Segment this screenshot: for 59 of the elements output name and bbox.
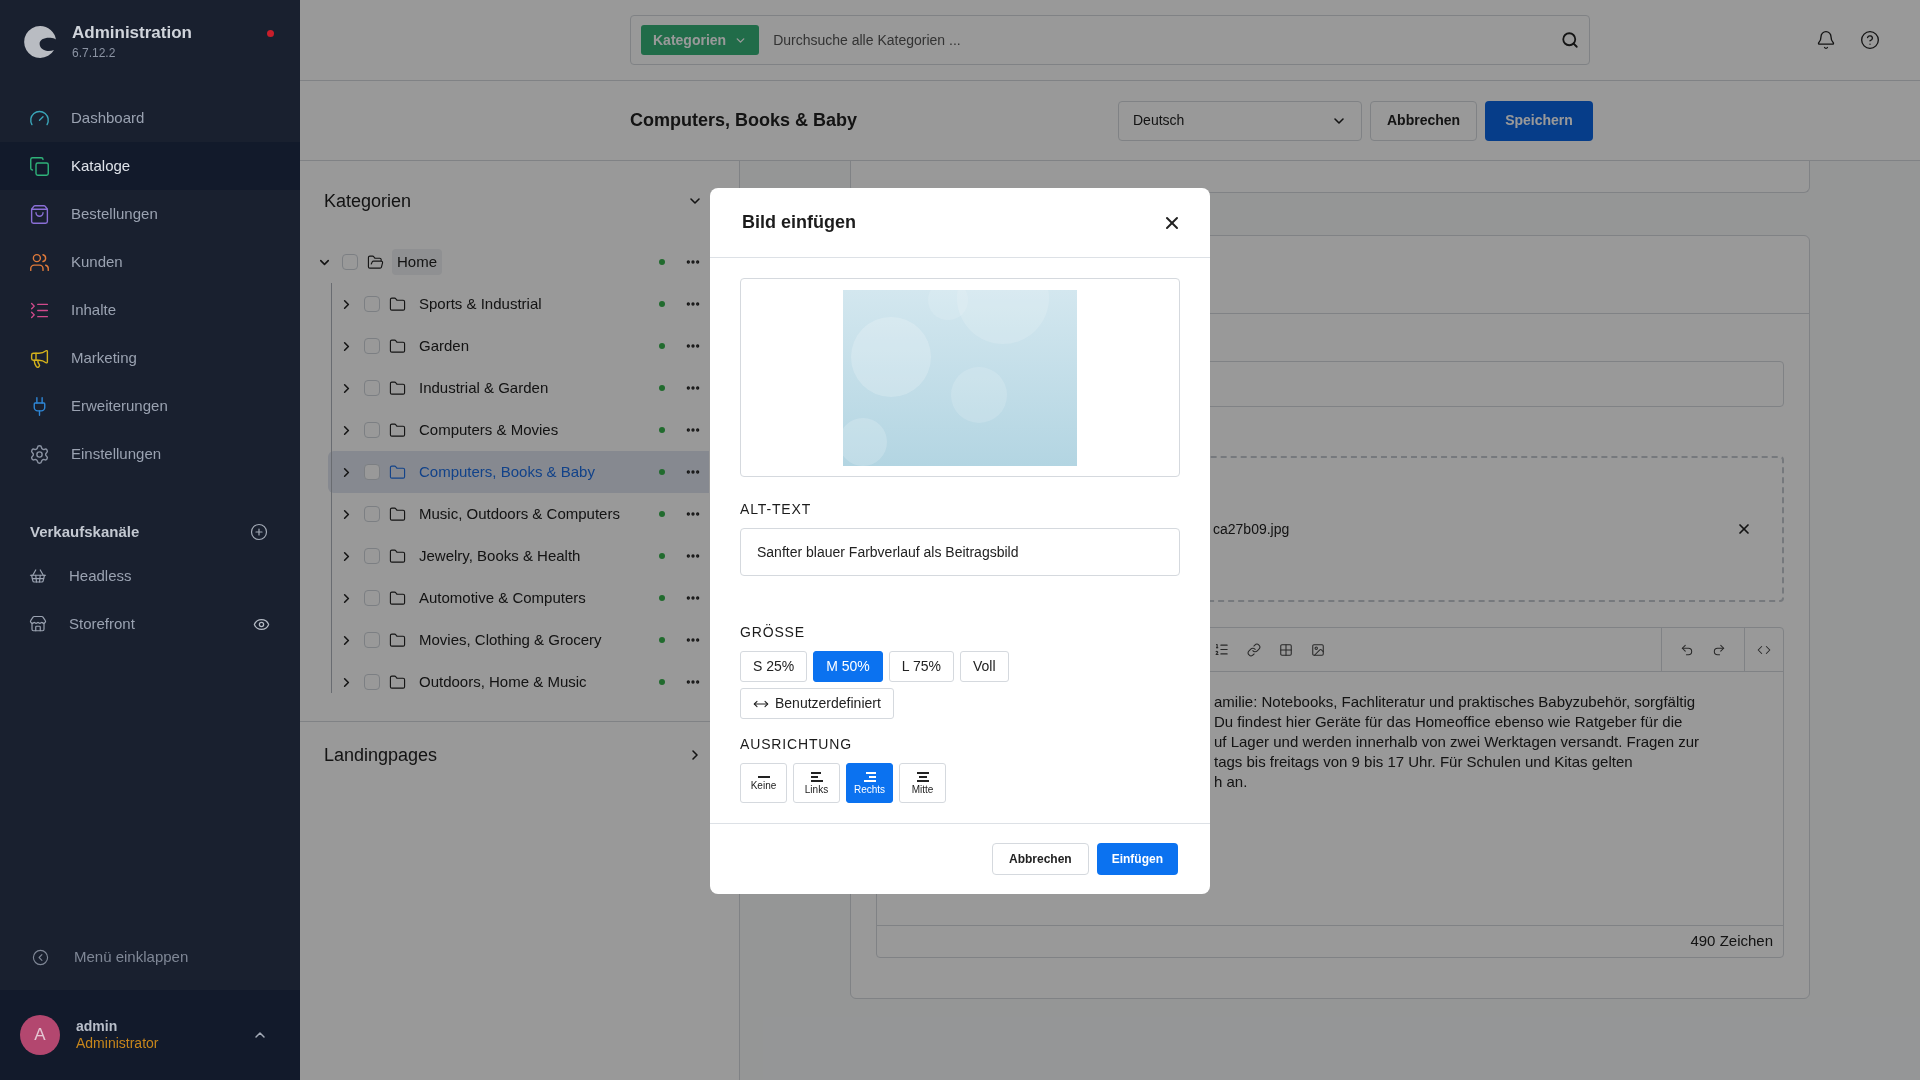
user-name: admin	[76, 1017, 119, 1035]
alignment-option[interactable]: Rechts	[846, 763, 893, 803]
app-title: Administration	[72, 22, 193, 44]
nav-item[interactable]: Kunden	[0, 238, 300, 286]
search-bar[interactable]: Kategorien Durchsuche alle Kategorien ...	[630, 15, 1590, 65]
user-panel[interactable]: A admin Administrator	[0, 990, 300, 1080]
version-label: 6.7.12.2	[72, 44, 117, 62]
tree-item[interactable]: Outdoors, Home & Music	[328, 661, 709, 703]
tree-item[interactable]: Home	[306, 241, 709, 283]
landingpages-section[interactable]: Landingpages	[300, 722, 739, 788]
field-label: GRÖSSE	[740, 623, 806, 642]
tree-item[interactable]: Industrial & Garden	[328, 367, 709, 409]
alignment-option[interactable]: Mitte	[899, 763, 946, 803]
editor-text-line: tags bis freitags von 9 bis 17 Uhr. Für Schulen und Kitas gelten	[1214, 752, 1634, 772]
size-option[interactable]: Voll	[960, 651, 1009, 682]
user-role: Administrator	[76, 1035, 160, 1053]
page-title: Computers, Books & Baby	[630, 109, 859, 132]
cancel-button[interactable]: Abbrechen	[1370, 100, 1478, 141]
dialog-title: Bild einfügen	[742, 211, 856, 234]
nav-item[interactable]: Bestellungen	[0, 190, 300, 238]
alt-text-field[interactable]: Sanfter blauer Farbverlauf als Beitragsbild	[740, 528, 1180, 576]
nav-item[interactable]: Kataloge	[0, 142, 300, 190]
cancel-button[interactable]: Abbrechen	[992, 843, 1089, 875]
alignment-option[interactable]: Keine	[740, 763, 787, 803]
section-title: Verkaufskanäle	[30, 521, 140, 542]
tree-item[interactable]: Sports & Industrial	[328, 283, 709, 325]
nav-item[interactable]: Dashboard	[0, 94, 300, 142]
nav-item[interactable]: Einstellungen	[0, 430, 300, 478]
custom-size-button[interactable]: Benutzerdefiniert	[740, 688, 894, 719]
alignment-option[interactable]: Links	[793, 763, 840, 803]
size-option[interactable]: L 75%	[888, 651, 954, 682]
size-option[interactable]: M 50%	[813, 651, 883, 682]
size-option[interactable]: S 25%	[740, 651, 808, 682]
nav-item[interactable]: Erweiterungen	[0, 382, 300, 430]
file-name: ca27b09.jpg	[1213, 519, 1291, 539]
panel-title: Kategorien	[324, 189, 412, 213]
search-placeholder: Durchsuche alle Kategorien ...	[773, 30, 962, 50]
editor-text-line: uf Lager und werden innerhalb von zwei Werktagen versandt. Fragen zur	[1214, 732, 1700, 752]
insert-button[interactable]: Einfügen	[1096, 843, 1178, 875]
editor-text-line: amilie: Notebooks, Fachliteratur und praktisches Babyzubehör, sorgfältig	[1214, 692, 1697, 712]
field-label: AUSRICHTUNG	[740, 735, 853, 754]
editor-text-line: h an.	[1214, 772, 1249, 792]
nav-item[interactable]: Inhalte	[0, 286, 300, 334]
field-label: ALT-TEXT	[740, 500, 813, 519]
tree-item[interactable]: Movies, Clothing & Grocery	[328, 619, 709, 661]
user-avatar: A	[20, 1015, 60, 1055]
character-count: 490 Zeichen	[1690, 931, 1773, 952]
sales-channel-item[interactable]: Storefront	[0, 600, 300, 648]
tree-item[interactable]: Automotive & Computers	[328, 577, 709, 619]
tree-item[interactable]: Music, Outdoors & Computers	[328, 493, 709, 535]
tree-item[interactable]: Garden	[328, 325, 709, 367]
sales-channel-item[interactable]: Headless	[0, 552, 300, 600]
nav-item[interactable]: Marketing	[0, 334, 300, 382]
collapse-menu-button[interactable]: Menü einklappen	[0, 932, 300, 982]
save-button[interactable]: Speichern	[1485, 100, 1593, 141]
editor-text-line: Du findest hier Geräte für das Homeoffice ebenso wie Ratgeber für die	[1214, 712, 1684, 732]
tree-item[interactable]: Computers & Movies	[328, 409, 709, 451]
language-select[interactable]: Deutsch	[1118, 100, 1362, 141]
tree-item[interactable]: Jewelry, Books & Health	[328, 535, 709, 577]
